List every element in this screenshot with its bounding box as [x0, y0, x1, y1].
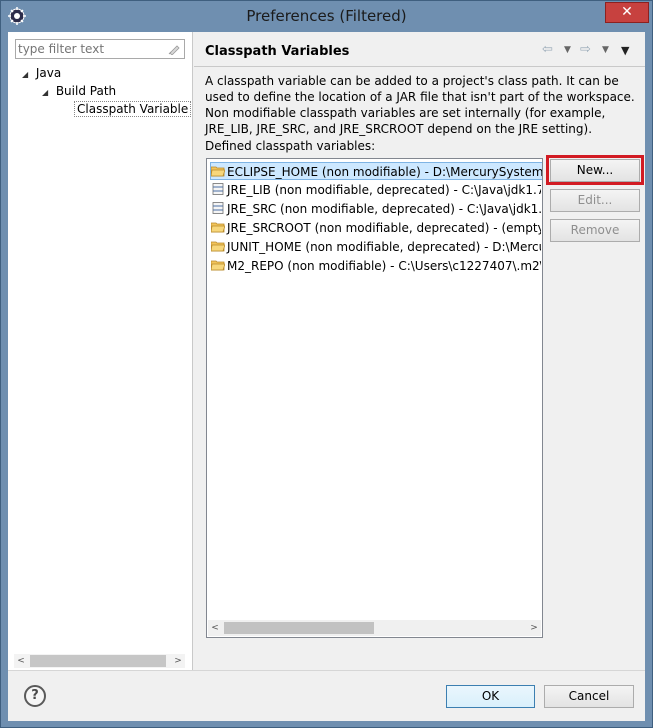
list-item[interactable]: JRE_SRCROOT (non modifiable, deprecated)…: [211, 219, 541, 237]
forward-arrow-icon[interactable]: ⇨: [580, 42, 591, 57]
list-item[interactable]: JRE_SRC (non modifiable, deprecated) - C…: [211, 200, 541, 218]
tree-item-label: Java: [35, 66, 62, 80]
list-item[interactable]: JUNIT_HOME (non modifiable, deprecated) …: [211, 238, 541, 256]
page-description: A classpath variable can be added to a p…: [205, 74, 635, 136]
folder-icon: [211, 222, 225, 233]
dialog-client-area: ◢ Java ◢ Build Path Classpath Variable <…: [8, 32, 645, 721]
list-item[interactable]: M2_REPO (non modifiable) - C:\Users\c122…: [211, 257, 541, 275]
preferences-window: Preferences (Filtered) ✕ ◢ Java ◢ Build …: [0, 0, 653, 728]
edit-button[interactable]: Edit...: [550, 189, 640, 212]
jar-icon: [212, 183, 224, 195]
list-item-label: ECLIPSE_HOME (non modifiable) - D:\Mercu…: [227, 165, 543, 179]
tree-item-classpath-variable[interactable]: Classpath Variable: [74, 100, 192, 118]
list-item-label: JRE_SRC (non modifiable, deprecated) - C…: [227, 202, 541, 216]
filter-input[interactable]: [18, 41, 163, 57]
tree-horizontal-scrollbar[interactable]: < >: [14, 654, 185, 668]
page-title: Classpath Variables: [205, 44, 350, 59]
list-item-label: JUNIT_HOME (non modifiable, deprecated) …: [227, 240, 541, 254]
scroll-left-icon[interactable]: <: [14, 654, 28, 668]
folder-icon: [211, 260, 225, 271]
tree-item-java[interactable]: ◢ Java: [22, 64, 61, 82]
tree-item-label: Classpath Variable: [74, 101, 192, 117]
filter-box: [15, 39, 185, 59]
scrollbar-thumb[interactable]: [224, 622, 374, 634]
jar-icon: [212, 202, 224, 214]
scroll-right-icon[interactable]: >: [171, 654, 185, 668]
tree-item-build-path[interactable]: ◢ Build Path: [42, 82, 116, 100]
list-item-label: JRE_LIB (non modifiable, deprecated) - C…: [227, 183, 541, 197]
close-button[interactable]: ✕: [605, 2, 649, 23]
preference-page-pane: Classpath Variables ⇦ ▼ ⇨ ▼ ▼ A classpat…: [194, 32, 645, 670]
view-menu-icon[interactable]: ▼: [621, 44, 629, 57]
remove-button[interactable]: Remove: [550, 219, 640, 242]
expand-arrow-icon[interactable]: ◢: [22, 66, 32, 84]
cancel-button[interactable]: Cancel: [544, 685, 634, 708]
scrollbar-thumb[interactable]: [30, 655, 166, 667]
scroll-left-icon[interactable]: <: [208, 621, 222, 635]
scroll-right-icon[interactable]: >: [527, 621, 541, 635]
dialog-button-bar: ? OK Cancel: [8, 670, 645, 721]
list-item[interactable]: ECLIPSE_HOME (non modifiable) - D:\Mercu…: [210, 162, 543, 180]
list-item[interactable]: JRE_LIB (non modifiable, deprecated) - C…: [211, 181, 541, 199]
expand-arrow-icon[interactable]: ◢: [42, 84, 52, 102]
folder-icon: [211, 166, 225, 177]
clear-filter-icon[interactable]: [168, 43, 180, 55]
dropdown-icon[interactable]: ▼: [564, 45, 571, 55]
tree-item-label: Build Path: [55, 84, 117, 98]
window-title: Preferences (Filtered): [246, 7, 407, 25]
folder-icon: [211, 241, 225, 252]
list-horizontal-scrollbar[interactable]: < >: [208, 620, 541, 636]
list-item-label: M2_REPO (non modifiable) - C:\Users\c122…: [227, 259, 541, 273]
title-separator: [194, 66, 645, 67]
classpath-variables-list[interactable]: ECLIPSE_HOME (non modifiable) - D:\Mercu…: [206, 158, 543, 638]
list-item-label: JRE_SRCROOT (non modifiable, deprecated)…: [227, 221, 541, 235]
page-navigation: ⇦ ▼ ⇨ ▼ ▼: [542, 42, 637, 58]
help-icon[interactable]: ?: [24, 685, 46, 707]
title-bar[interactable]: Preferences (Filtered) ✕: [1, 1, 652, 32]
back-arrow-icon[interactable]: ⇦: [542, 42, 553, 57]
preference-tree-pane: ◢ Java ◢ Build Path Classpath Variable <…: [8, 32, 193, 670]
ok-button[interactable]: OK: [446, 685, 535, 708]
defined-variables-label: Defined classpath variables:: [205, 139, 376, 153]
new-button[interactable]: New...: [550, 159, 640, 182]
dropdown-icon[interactable]: ▼: [602, 45, 609, 55]
